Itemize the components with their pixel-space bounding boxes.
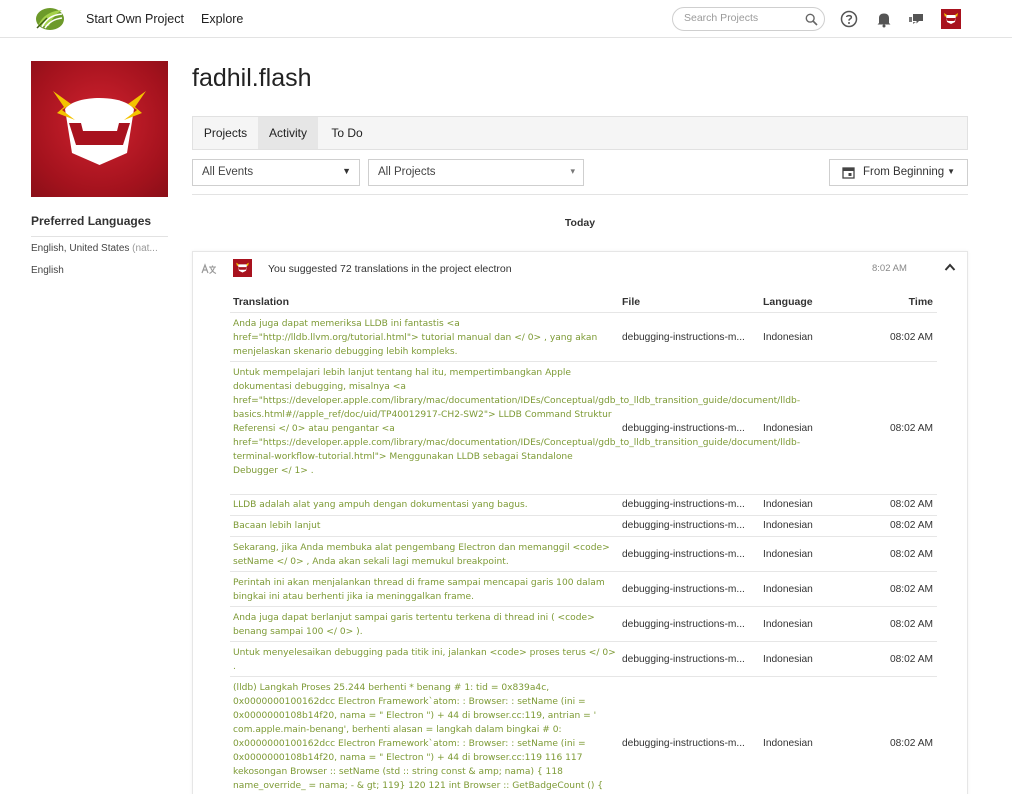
column-header-time: Time [908, 296, 933, 308]
translation-text[interactable]: LLDB adalah alat yang ampuh dengan dokum… [233, 498, 617, 512]
divider [31, 236, 168, 237]
file-name[interactable]: debugging-instructions-m... [622, 653, 759, 667]
help-icon[interactable] [840, 10, 858, 28]
language-name: English, United States [31, 243, 130, 254]
divider [230, 571, 937, 572]
divider [230, 606, 937, 607]
events-filter-value: All Events [202, 166, 254, 178]
column-header-language: Language [763, 296, 813, 308]
translate-icon [201, 263, 217, 275]
page-title: fadhil.flash [192, 64, 312, 92]
projects-filter-select[interactable]: All Projects ▾ [368, 159, 584, 186]
row-time: 08:02 AM [889, 619, 933, 630]
row-time: 08:02 AM [889, 584, 933, 595]
translation-text[interactable]: Anda juga dapat berlanjut sampai garis t… [233, 611, 617, 639]
language-name: Indonesian [763, 584, 813, 595]
dropdown-caret-icon: ▼ [342, 166, 351, 176]
row-time: 08:02 AM [889, 520, 933, 531]
translation-text[interactable]: Bacaan lebih lanjut [233, 519, 617, 533]
start-own-project-link[interactable]: Start Own Project [86, 12, 184, 26]
user-avatar[interactable] [941, 9, 961, 29]
bell-icon[interactable] [875, 10, 893, 28]
file-name[interactable]: debugging-instructions-m... [622, 737, 759, 751]
language-name: Indonesian [763, 520, 813, 531]
row-time: 08:02 AM [889, 654, 933, 665]
translation-text[interactable]: Perintah ini akan menjalankan thread di … [233, 576, 617, 604]
divider [230, 676, 937, 677]
row-time: 08:02 AM [889, 423, 933, 434]
translation-text[interactable]: Untuk mempelajari lebih lanjut tentang h… [233, 366, 800, 478]
file-name[interactable]: debugging-instructions-m... [622, 583, 759, 597]
row-time: 08:02 AM [889, 549, 933, 560]
file-name[interactable]: debugging-instructions-m... [622, 548, 759, 562]
divider [230, 312, 937, 313]
dropdown-caret-icon: ▼ [947, 167, 955, 176]
event-user-avatar[interactable] [233, 259, 252, 277]
calendar-icon [842, 167, 855, 179]
divider [230, 641, 937, 642]
language-name: Indonesian [763, 499, 813, 510]
language-item: English, United States (nat... [31, 243, 158, 254]
file-name[interactable]: debugging-instructions-m... [622, 331, 759, 345]
translation-text[interactable]: Untuk menyelesaikan debugging pada titik… [233, 646, 617, 674]
chevron-up-icon[interactable] [944, 262, 956, 272]
divider [230, 536, 937, 537]
column-header-file: File [622, 296, 641, 308]
day-heading: Today [564, 217, 596, 229]
tab-projects[interactable]: Projects [193, 117, 258, 149]
language-name: Indonesian [763, 738, 813, 749]
language-name: Indonesian [763, 332, 813, 343]
dropdown-caret-icon: ▾ [570, 166, 575, 176]
search-box [672, 7, 825, 31]
preferred-languages-title: Preferred Languages [31, 214, 152, 228]
top-navigation-bar: Start Own Project Explore [0, 0, 1012, 38]
row-time: 08:02 AM [889, 499, 933, 510]
leaf-logo-icon[interactable] [33, 6, 65, 32]
divider [230, 515, 937, 516]
language-note: (nat... [132, 243, 158, 254]
row-time: 08:02 AM [889, 738, 933, 749]
divider [230, 361, 937, 362]
file-name[interactable]: debugging-instructions-m... [622, 519, 759, 533]
translation-text[interactable]: Anda juga dapat memeriksa LLDB ini fanta… [233, 317, 617, 359]
language-name: Indonesian [763, 619, 813, 630]
search-input[interactable] [684, 12, 804, 24]
file-name[interactable]: debugging-instructions-m... [622, 498, 759, 512]
language-name: English [31, 265, 64, 276]
event-time: 8:02 AM [872, 263, 907, 274]
profile-tabs: Projects Activity To Do [192, 116, 968, 150]
divider [192, 194, 968, 195]
profile-avatar [31, 61, 168, 197]
tab-activity[interactable]: Activity [258, 117, 318, 149]
search-icon[interactable] [805, 13, 818, 26]
date-range-button[interactable]: From Beginning ▼ [829, 159, 968, 186]
events-filter-select[interactable]: All Events ▼ [192, 159, 360, 186]
row-time: 08:02 AM [889, 332, 933, 343]
tab-to-do[interactable]: To Do [318, 117, 376, 149]
event-description: You suggested 72 translations in the pro… [268, 263, 512, 275]
translation-text[interactable]: Sekarang, jika Anda membuka alat pengemb… [233, 541, 617, 569]
language-name: Indonesian [763, 654, 813, 665]
file-name[interactable]: debugging-instructions-m... [622, 422, 759, 436]
language-item: English [31, 265, 64, 276]
language-name: Indonesian [763, 549, 813, 560]
language-name: Indonesian [763, 423, 813, 434]
date-range-label: From Beginning [863, 166, 945, 178]
chat-icon[interactable] [907, 10, 925, 28]
column-header-translation: Translation [233, 296, 290, 308]
divider [230, 494, 937, 495]
translation-text[interactable]: (lldb) Langkah Proses 25.244 berhenti * … [233, 681, 617, 794]
explore-link[interactable]: Explore [201, 12, 243, 26]
projects-filter-value: All Projects [378, 166, 436, 178]
file-name[interactable]: debugging-instructions-m... [622, 618, 759, 632]
